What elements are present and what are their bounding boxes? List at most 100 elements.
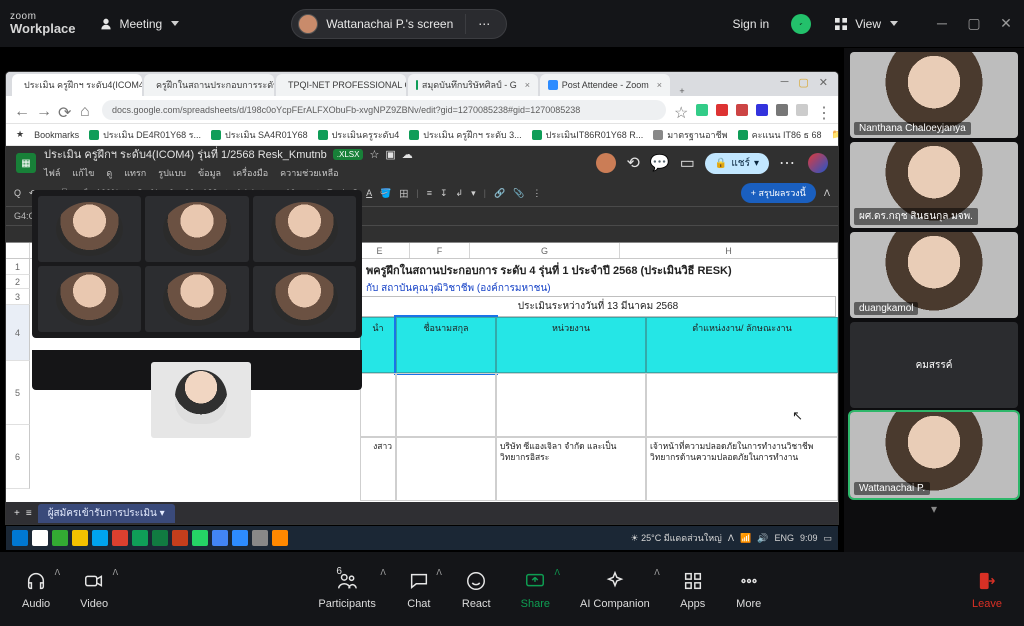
chrome-tab[interactable]: ครูฝึกในสถานประกอบการระดับ× [144, 74, 274, 96]
all-sheets-button[interactable]: ≡ [26, 508, 32, 519]
bookmark-item[interactable]: ประเมินIT86R01Y68 R... [532, 128, 644, 142]
row-header[interactable]: 5 [6, 361, 30, 425]
notifications-icon[interactable]: ▭ [823, 533, 832, 544]
volume-icon[interactable]: 🔊 [757, 533, 768, 544]
sign-in-button[interactable]: Sign in [725, 13, 778, 35]
meet-icon[interactable]: ▭ [680, 153, 695, 173]
app-icon[interactable] [252, 530, 268, 546]
explorer-icon[interactable] [72, 530, 88, 546]
meeting-dropdown[interactable]: Meeting [90, 12, 188, 36]
menu-item[interactable]: แก้ไข [72, 166, 94, 180]
close-button[interactable]: ✕ [998, 15, 1014, 32]
search-icon[interactable] [32, 530, 48, 546]
chevron-up-icon[interactable]: ᐱ [113, 568, 118, 577]
home-icon[interactable]: ⌂ [80, 103, 94, 117]
view-dropdown[interactable]: View [825, 12, 906, 36]
bookmark-item[interactable]: ประเมินครูระดับ4 [318, 128, 400, 142]
bookmark-item[interactable]: ประเมิน ครูฝึกฯ ระดับ 3... [409, 128, 521, 142]
video-button[interactable]: ᐱ Video [80, 568, 108, 610]
participant-thumb[interactable] [253, 266, 356, 332]
chevron-down-icon[interactable]: ▾ [850, 502, 1018, 520]
history-icon[interactable]: ⟲ [626, 153, 639, 173]
borders-icon[interactable]: 田 [399, 187, 408, 200]
dots-icon[interactable]: ⋯ [779, 153, 798, 173]
close-button[interactable]: ✕ [819, 76, 828, 89]
participant-thumb[interactable] [145, 196, 248, 262]
header-cell-selected[interactable]: ชื่อนามสกุล [396, 317, 496, 373]
extension-icon[interactable] [716, 104, 728, 116]
app-icon[interactable] [272, 530, 288, 546]
extension-icon[interactable] [736, 104, 748, 116]
react-button[interactable]: React [462, 568, 491, 610]
menu-item[interactable]: ไฟล์ [44, 166, 60, 180]
collaborator-avatar-icon[interactable] [596, 153, 616, 173]
sheets-icon[interactable] [132, 530, 148, 546]
chevron-up-icon[interactable]: ᐱ [436, 568, 441, 577]
minimize-button[interactable]: ─ [781, 76, 789, 89]
row-header[interactable]: 4 [6, 305, 30, 361]
menu-item[interactable]: รูปแบบ [158, 166, 186, 180]
cloud-icon[interactable]: ☁ [402, 148, 413, 161]
participant-thumb[interactable] [38, 196, 141, 262]
excel-icon[interactable] [152, 530, 168, 546]
chevron-up-icon[interactable]: ᐱ [55, 568, 60, 577]
clock[interactable]: 9:09 [800, 533, 818, 543]
restore-button[interactable]: ▢ [798, 76, 808, 89]
menu-item[interactable]: แทรก [124, 166, 146, 180]
chevron-up-icon[interactable]: ᐱ [380, 568, 385, 577]
star-icon[interactable]: ☆ [674, 103, 688, 117]
url-bar[interactable]: docs.google.com/spreadsheets/d/198c0oYcp… [102, 100, 666, 120]
maximize-button[interactable]: ▢ [966, 15, 982, 32]
menu-item[interactable]: ข้อมูล [198, 166, 221, 180]
row-header[interactable]: 6 [6, 425, 30, 489]
participants-button[interactable]: 6 ᐱ Participants [318, 568, 375, 610]
forward-icon[interactable]: → [36, 103, 50, 117]
star-icon[interactable]: ☆ [369, 148, 379, 161]
menu-item[interactable]: เครื่องมือ [233, 166, 268, 180]
tray-chevron-icon[interactable]: ᐱ [728, 533, 734, 544]
audio-button[interactable]: ᐱ Audio [22, 568, 50, 610]
new-tab-button[interactable]: + [672, 86, 692, 96]
chrome-tab[interactable]: ประเมิน ครูฝึกฯ ระดับ4(ICOM4)× [12, 74, 142, 96]
move-icon[interactable]: ▣ [385, 148, 395, 161]
participant-tile[interactable]: duangkamol [850, 232, 1018, 318]
row-header[interactable]: 1 [6, 259, 30, 275]
all-bookmarks-button[interactable]: 📁 บุ๊กมาร์กทั้งหมด [832, 128, 838, 142]
reload-icon[interactable]: ⟳ [58, 103, 72, 117]
participant-tile[interactable]: Nanthana Chaloeyjanya [850, 52, 1018, 138]
start-button[interactable] [12, 530, 28, 546]
column-header[interactable]: H [620, 243, 838, 258]
encryption-shield-icon[interactable] [791, 14, 811, 34]
participant-tile-active[interactable]: Wattanachai P. [850, 412, 1018, 498]
comment-icon[interactable]: 💬 [650, 153, 670, 173]
participant-thumb[interactable] [253, 196, 356, 262]
leave-button[interactable]: Leave [972, 568, 1002, 610]
sheet-tab[interactable]: ผู้สมัครเข้ารับการประเมิน ▾ [38, 504, 175, 523]
zoom-icon[interactable] [232, 530, 248, 546]
row-header[interactable]: 3 [6, 289, 30, 305]
chrome-icon[interactable] [212, 530, 228, 546]
collapse-icon[interactable]: ᐱ [824, 188, 830, 199]
extension-icon[interactable] [756, 104, 768, 116]
chevron-up-icon[interactable]: ᐱ [654, 568, 659, 577]
chrome-menu-icon[interactable]: ⋮ [816, 103, 830, 117]
more-icon[interactable]: ⋮ [532, 188, 541, 199]
task-view-icon[interactable] [52, 530, 68, 546]
presenter-thumb[interactable] [151, 362, 251, 438]
search-icon[interactable]: Q [14, 188, 21, 198]
row-header[interactable]: 2 [6, 275, 30, 289]
more-button[interactable]: More [736, 568, 762, 610]
line-icon[interactable] [192, 530, 208, 546]
back-icon[interactable]: ← [14, 103, 28, 117]
bookmark-item[interactable]: ประเมิน SA4R01Y68 [211, 128, 308, 142]
minimize-button[interactable]: ─ [934, 15, 950, 32]
bookmark-item[interactable]: ประเมิน DE4R01Y68 ร... [89, 128, 201, 142]
menu-item[interactable]: ความช่วยเหลือ [280, 166, 338, 180]
add-sheet-button[interactable]: + [14, 508, 20, 519]
chrome-tab[interactable]: Post Attendee - Zoom× [540, 74, 670, 96]
chrome-tab[interactable]: TPQI-NET PROFESSIONAL C× [276, 74, 406, 96]
participant-thumb[interactable] [38, 266, 141, 332]
sharing-indicator-pill[interactable]: Wattanachai P.'s screen ⋯ [291, 9, 507, 39]
chevron-up-icon[interactable]: ᐱ [555, 568, 560, 577]
fill-color-icon[interactable]: 🪣 [380, 188, 391, 199]
